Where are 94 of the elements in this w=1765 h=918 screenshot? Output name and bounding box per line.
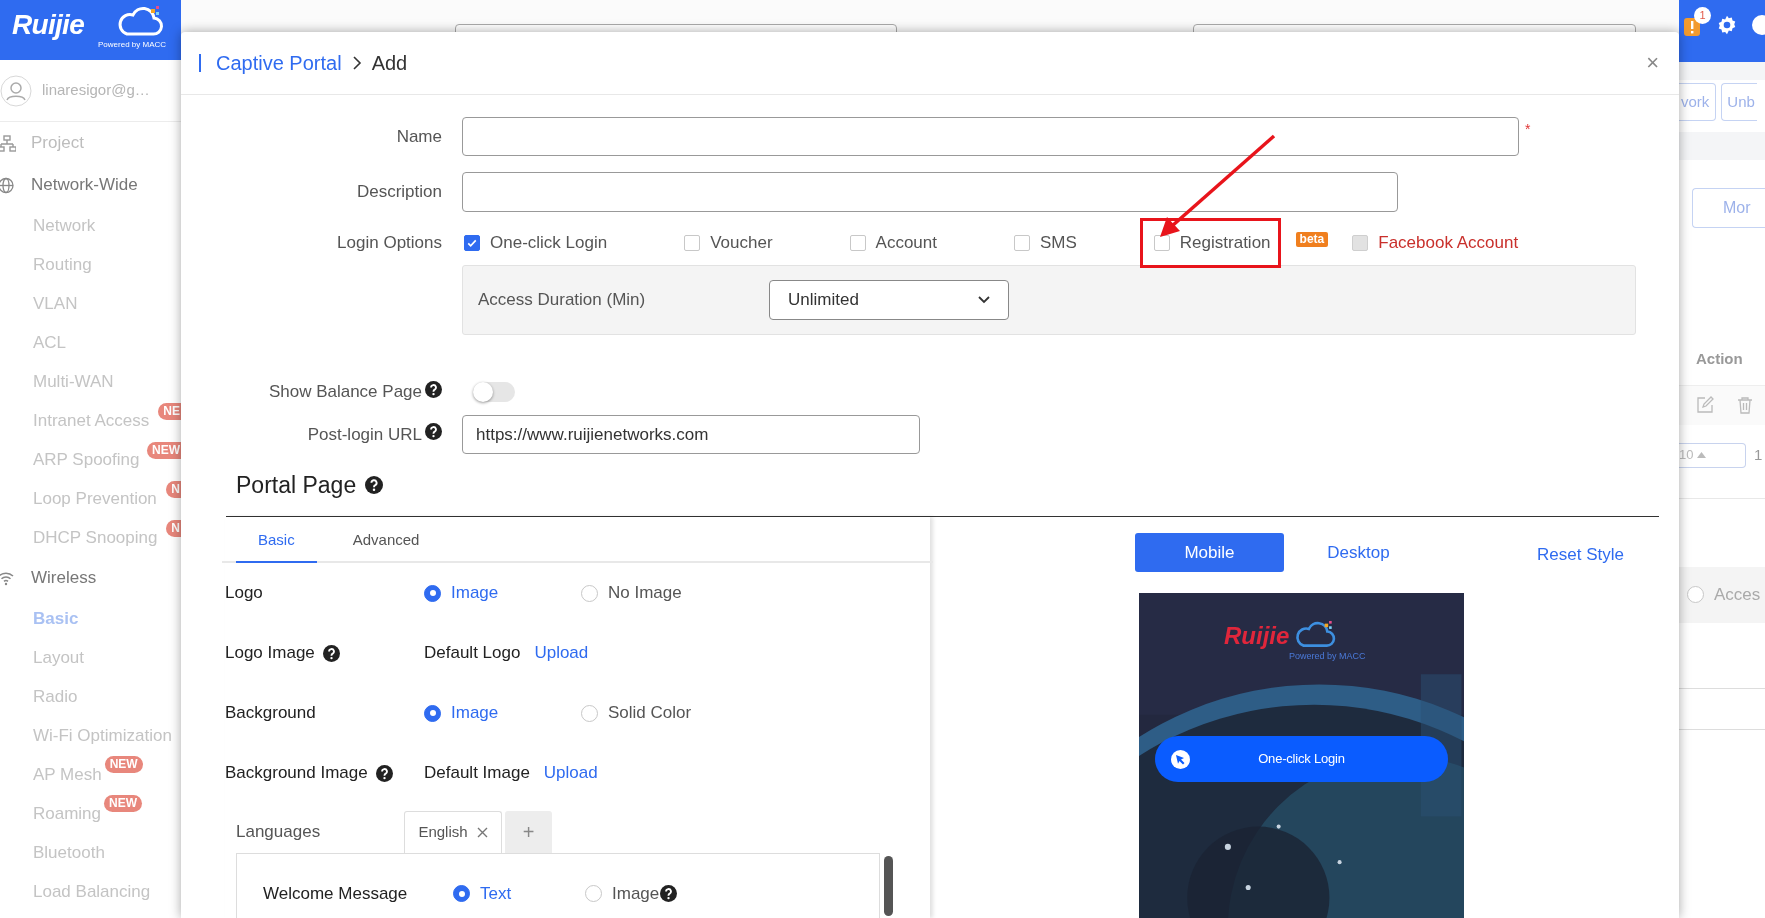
field-label: Background Image	[225, 762, 368, 785]
file-name: Default Logo	[424, 642, 521, 665]
required-mark: *	[1525, 120, 1531, 139]
checkbox-label[interactable]: Registration	[1179, 230, 1271, 256]
field-label: Languages	[236, 821, 322, 844]
alert-icon[interactable]	[1684, 16, 1700, 38]
user-email: linaresigor@g…	[42, 80, 150, 101]
add-language-button[interactable]: +	[505, 811, 552, 853]
new-badge: N	[166, 481, 181, 498]
help-icon[interactable]	[365, 476, 384, 494]
sitemap-icon	[0, 134, 16, 152]
radio-label[interactable]: Image	[451, 700, 499, 726]
sidebar-item[interactable]: Network-Wide	[31, 172, 138, 198]
sidebar-item[interactable]: Wireless	[31, 565, 97, 591]
radio-label[interactable]: Image	[451, 580, 499, 606]
breadcrumb-link[interactable]: Captive Portal	[216, 48, 342, 78]
upload-link[interactable]: Upload	[534, 640, 589, 666]
url-field[interactable]: https://www.ruijienetworks.com	[462, 415, 920, 454]
radio-button[interactable]	[424, 584, 441, 602]
tagline: Powered by MACC	[1289, 651, 1366, 662]
radio-button[interactable]	[581, 704, 598, 722]
notification-badge: 1	[1694, 7, 1711, 24]
new-badge: N	[166, 520, 181, 537]
language-tab[interactable]: English	[404, 811, 502, 853]
tab[interactable]: Advanced	[330, 519, 442, 563]
checkbox-label[interactable]: SMS	[1040, 230, 1077, 256]
help-icon[interactable]	[425, 380, 442, 398]
new-badge: NEW	[147, 442, 181, 459]
chevron-right-icon	[351, 55, 362, 71]
radio-button[interactable]	[424, 704, 441, 722]
text-field[interactable]	[462, 117, 1519, 156]
settings-icon[interactable]	[1716, 14, 1738, 36]
column-header: Action	[1696, 349, 1744, 369]
close-icon[interactable]	[476, 827, 488, 838]
logo: Ruijie	[1224, 622, 1290, 651]
cloud-logo-icon	[1293, 621, 1338, 649]
radio-label[interactable]: No Image	[608, 580, 682, 606]
field-label: Name	[396, 125, 442, 148]
help-icon[interactable]	[375, 764, 393, 782]
checkmark-icon	[466, 237, 478, 249]
checkbox[interactable]	[1153, 235, 1170, 251]
checkbox[interactable]	[1014, 235, 1030, 251]
globe-icon	[0, 176, 16, 194]
view-tab[interactable]: Mobile	[1135, 533, 1284, 572]
help-icon[interactable]	[322, 644, 340, 662]
checkbox-label[interactable]: One-click Login	[490, 230, 608, 256]
field-label: Login Options	[337, 232, 442, 255]
text-field[interactable]	[462, 172, 1398, 212]
duration-dropdown[interactable]: Unlimited	[769, 280, 1009, 320]
radio-button[interactable]	[585, 885, 602, 903]
new-badge: NEW	[104, 756, 143, 773]
help-icon[interactable]	[660, 885, 678, 903]
section-title: Portal Page	[236, 470, 357, 500]
field-label: Description	[356, 181, 442, 204]
field-label: Logo	[225, 582, 263, 605]
radio-button[interactable]	[1687, 586, 1704, 603]
field-label: Post-login URL	[307, 423, 422, 446]
caret-up-icon	[1697, 452, 1707, 458]
option-label: Acces	[1714, 583, 1761, 606]
upload-link[interactable]: Upload	[543, 760, 598, 786]
field-label: Show Balance Page	[268, 381, 422, 404]
checkbox-label[interactable]: Voucher	[710, 230, 773, 256]
page-number: 1	[1754, 444, 1763, 465]
checkbox[interactable]	[464, 235, 480, 251]
checkbox[interactable]	[849, 235, 866, 251]
new-badge: NE	[158, 403, 181, 420]
checkbox[interactable]	[684, 235, 701, 251]
field-label: Logo Image	[225, 642, 315, 665]
breadcrumb-current: Add	[371, 51, 408, 76]
radio-label[interactable]: Solid Color	[608, 700, 692, 726]
reset-style-link[interactable]: Reset Style	[1537, 541, 1624, 568]
field-label: Access Duration (Min)	[478, 289, 647, 312]
close-button[interactable]: ×	[1646, 52, 1659, 74]
chevron-down-icon	[978, 296, 990, 304]
radio-label[interactable]: Image	[612, 881, 660, 907]
scrollbar-thumb[interactable]	[884, 856, 893, 916]
help-icon[interactable]	[425, 423, 442, 440]
logo: Ruijie	[12, 8, 85, 42]
wifi-icon	[0, 569, 16, 587]
tagline: Powered by MACC	[98, 40, 167, 50]
file-name: Default Image	[424, 762, 530, 785]
field-label: Background	[225, 702, 316, 725]
field-label: Welcome Message	[263, 883, 409, 905]
tab[interactable]: Basic	[236, 519, 317, 563]
avatar-icon[interactable]	[0, 74, 32, 107]
radio-button[interactable]	[581, 584, 598, 602]
radio-button[interactable]	[453, 885, 470, 903]
login-button[interactable]: One-click Login	[1155, 736, 1448, 782]
radio-label[interactable]: Text	[480, 881, 512, 907]
cursor-icon	[1171, 749, 1190, 769]
new-badge: NEW	[104, 795, 143, 812]
toggle-switch[interactable]	[473, 382, 515, 402]
checkbox-label[interactable]: Account	[875, 230, 937, 256]
beta-badge: beta	[1295, 231, 1329, 247]
